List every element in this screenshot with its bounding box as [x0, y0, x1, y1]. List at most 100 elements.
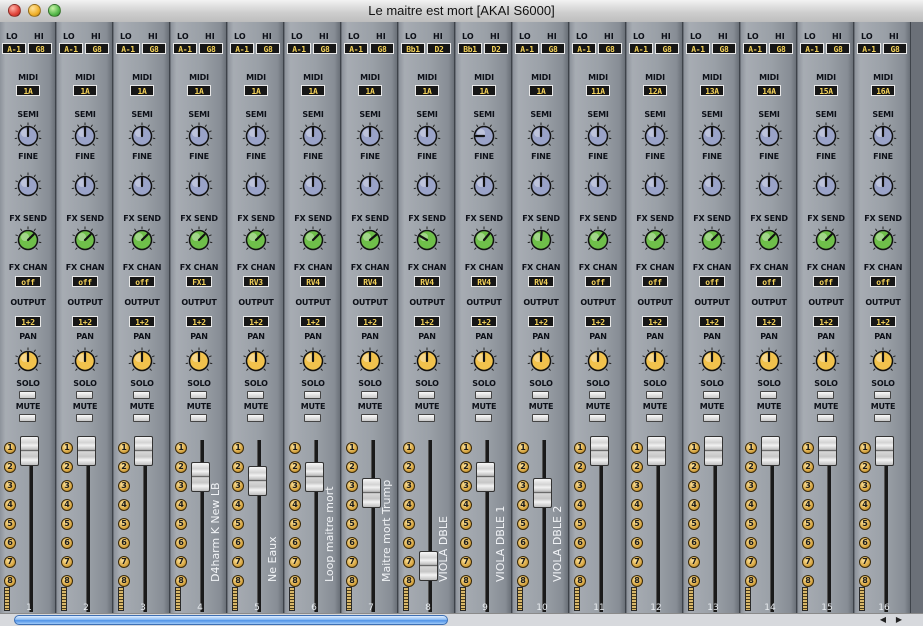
midi-channel-display[interactable]: 1A: [244, 85, 268, 96]
key-hi-display[interactable]: G8: [655, 43, 679, 54]
volume-fader[interactable]: [248, 466, 267, 496]
mute-button[interactable]: [190, 414, 207, 422]
fx-chan-display[interactable]: RV4: [300, 276, 326, 287]
aux-button-6[interactable]: 6: [802, 537, 814, 549]
aux-button-4[interactable]: 4: [346, 499, 358, 511]
mute-button[interactable]: [19, 414, 36, 422]
aux-button-2[interactable]: 2: [745, 461, 757, 473]
aux-button-7[interactable]: 7: [745, 556, 757, 568]
aux-button-6[interactable]: 6: [289, 537, 301, 549]
output-display[interactable]: 1+2: [414, 316, 440, 327]
semi-knob[interactable]: [755, 122, 783, 150]
aux-button-4[interactable]: 4: [118, 499, 130, 511]
mute-button[interactable]: [817, 414, 834, 422]
key-lo-display[interactable]: A-1: [686, 43, 710, 54]
aux-button-5[interactable]: 5: [631, 518, 643, 530]
solo-button[interactable]: [76, 391, 93, 399]
aux-button-2[interactable]: 2: [859, 461, 871, 473]
key-lo-display[interactable]: A-1: [2, 43, 26, 54]
aux-button-7[interactable]: 7: [232, 556, 244, 568]
channel-name[interactable]: VIOLA DBLE 1: [494, 382, 507, 582]
aux-button-8[interactable]: 8: [802, 575, 814, 587]
key-hi-display[interactable]: G8: [199, 43, 223, 54]
fx-send-knob[interactable]: [299, 226, 327, 254]
aux-button-5[interactable]: 5: [802, 518, 814, 530]
aux-button-3[interactable]: 3: [346, 480, 358, 492]
semi-knob[interactable]: [413, 122, 441, 150]
aux-button-7[interactable]: 7: [574, 556, 586, 568]
fx-send-knob[interactable]: [242, 226, 270, 254]
aux-button-1[interactable]: 1: [175, 442, 187, 454]
aux-button-8[interactable]: 8: [4, 575, 16, 587]
key-hi-display[interactable]: G8: [313, 43, 337, 54]
fx-send-knob[interactable]: [698, 226, 726, 254]
pan-knob[interactable]: [356, 347, 384, 375]
aux-button-1[interactable]: 1: [745, 442, 757, 454]
aux-button-7[interactable]: 7: [346, 556, 358, 568]
aux-button-1[interactable]: 1: [118, 442, 130, 454]
aux-button-8[interactable]: 8: [403, 575, 415, 587]
semi-knob[interactable]: [869, 122, 897, 150]
aux-button-6[interactable]: 6: [403, 537, 415, 549]
pan-knob[interactable]: [812, 347, 840, 375]
aux-button-2[interactable]: 2: [574, 461, 586, 473]
output-display[interactable]: 1+2: [15, 316, 41, 327]
fx-chan-display[interactable]: off: [699, 276, 725, 287]
fx-send-knob[interactable]: [470, 226, 498, 254]
solo-button[interactable]: [190, 391, 207, 399]
midi-channel-display[interactable]: 16A: [871, 85, 895, 96]
fine-knob[interactable]: [812, 172, 840, 200]
solo-button[interactable]: [475, 391, 492, 399]
mute-button[interactable]: [133, 414, 150, 422]
key-hi-display[interactable]: D2: [427, 43, 451, 54]
key-hi-display[interactable]: G8: [541, 43, 565, 54]
aux-button-4[interactable]: 4: [232, 499, 244, 511]
key-lo-display[interactable]: A-1: [173, 43, 197, 54]
aux-button-3[interactable]: 3: [802, 480, 814, 492]
volume-fader[interactable]: [704, 436, 723, 466]
aux-button-7[interactable]: 7: [289, 556, 301, 568]
fx-chan-display[interactable]: RV4: [471, 276, 497, 287]
fx-chan-display[interactable]: FX1: [186, 276, 212, 287]
aux-button-3[interactable]: 3: [232, 480, 244, 492]
mute-button[interactable]: [475, 414, 492, 422]
volume-fader[interactable]: [590, 436, 609, 466]
mute-button[interactable]: [532, 414, 549, 422]
key-hi-display[interactable]: G8: [28, 43, 52, 54]
volume-fader[interactable]: [77, 436, 96, 466]
aux-button-5[interactable]: 5: [289, 518, 301, 530]
aux-button-3[interactable]: 3: [289, 480, 301, 492]
aux-button-8[interactable]: 8: [460, 575, 472, 587]
key-lo-display[interactable]: Bb1: [458, 43, 482, 54]
midi-channel-display[interactable]: 11A: [586, 85, 610, 96]
key-hi-display[interactable]: G8: [826, 43, 850, 54]
aux-button-6[interactable]: 6: [574, 537, 586, 549]
aux-button-6[interactable]: 6: [175, 537, 187, 549]
fine-knob[interactable]: [299, 172, 327, 200]
fine-knob[interactable]: [71, 172, 99, 200]
fine-knob[interactable]: [14, 172, 42, 200]
aux-button-7[interactable]: 7: [61, 556, 73, 568]
semi-knob[interactable]: [812, 122, 840, 150]
aux-button-2[interactable]: 2: [232, 461, 244, 473]
output-display[interactable]: 1+2: [642, 316, 668, 327]
pan-knob[interactable]: [527, 347, 555, 375]
midi-channel-display[interactable]: 1A: [529, 85, 553, 96]
volume-fader[interactable]: [305, 462, 324, 492]
pan-knob[interactable]: [470, 347, 498, 375]
aux-button-7[interactable]: 7: [688, 556, 700, 568]
scroll-left-arrow-icon[interactable]: ◀: [876, 615, 890, 625]
fx-send-knob[interactable]: [413, 226, 441, 254]
aux-button-8[interactable]: 8: [517, 575, 529, 587]
aux-button-6[interactable]: 6: [859, 537, 871, 549]
fx-chan-display[interactable]: off: [72, 276, 98, 287]
key-lo-display[interactable]: A-1: [800, 43, 824, 54]
aux-button-6[interactable]: 6: [631, 537, 643, 549]
aux-button-4[interactable]: 4: [517, 499, 529, 511]
semi-knob[interactable]: [470, 122, 498, 150]
key-lo-display[interactable]: A-1: [344, 43, 368, 54]
aux-button-1[interactable]: 1: [403, 442, 415, 454]
output-display[interactable]: 1+2: [186, 316, 212, 327]
aux-button-4[interactable]: 4: [688, 499, 700, 511]
key-hi-display[interactable]: G8: [769, 43, 793, 54]
